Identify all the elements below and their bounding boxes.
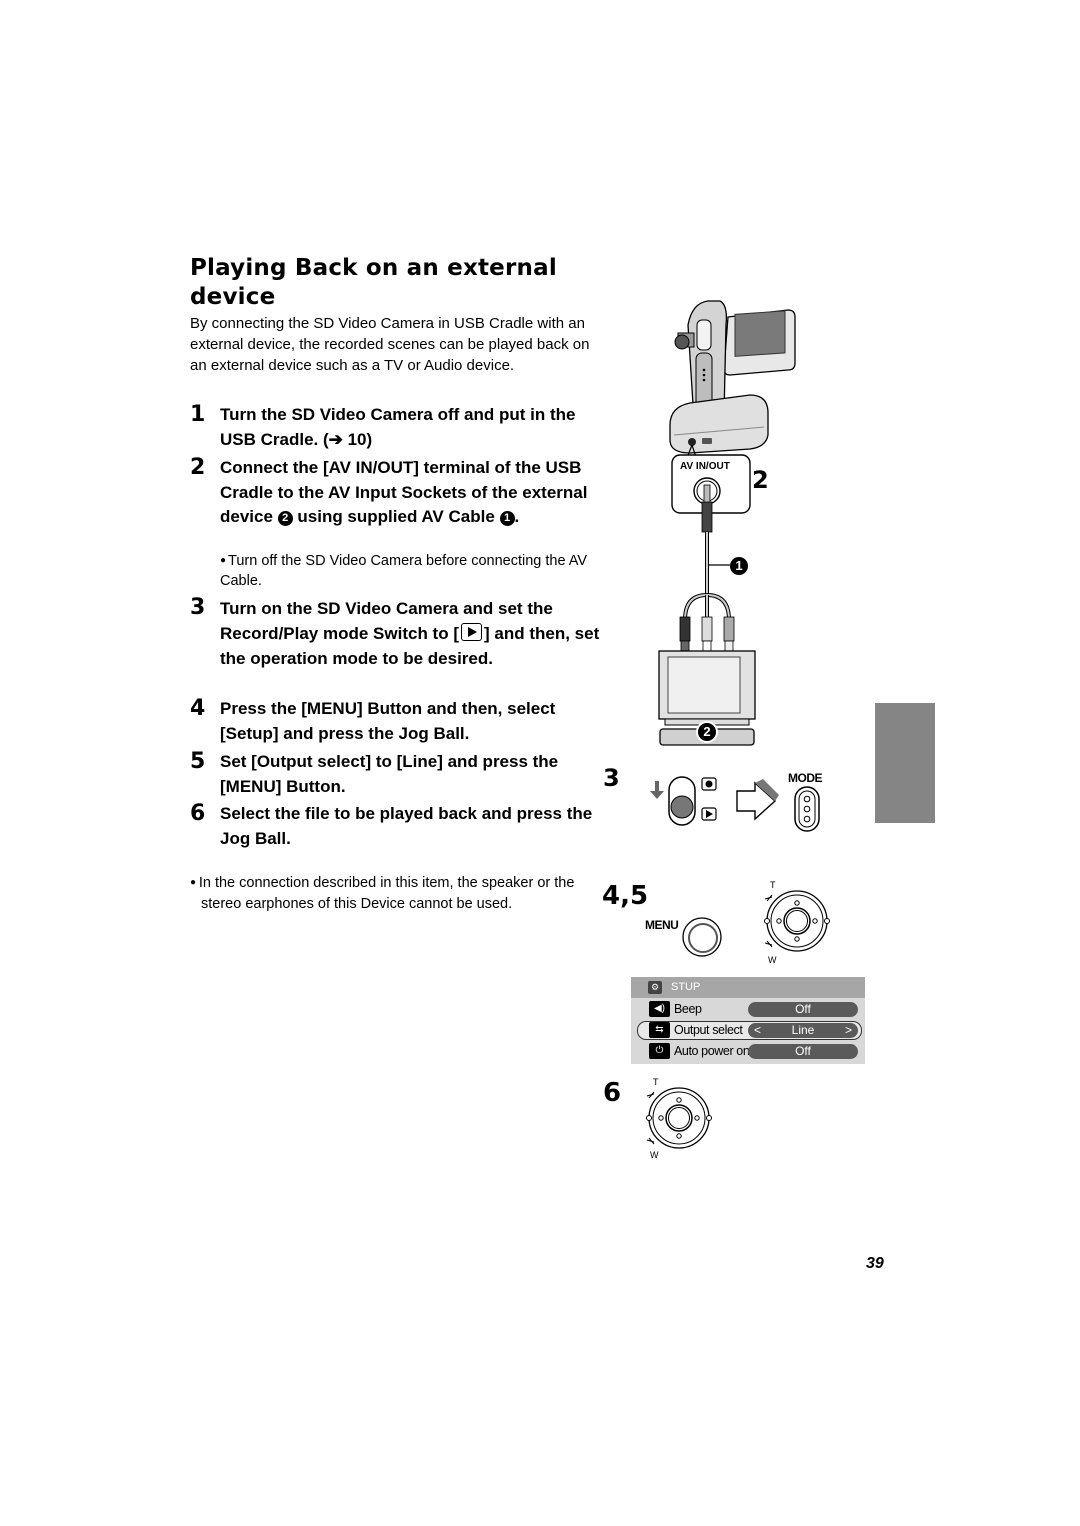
menu-header-title: STUP [671,981,701,993]
output-select-icon: ⇆ [649,1022,670,1038]
power-icon: ⏻ [649,1043,670,1059]
cable-marker-1: 1 [730,557,748,575]
intro-paragraph: By connecting the SD Video Camera in USB… [190,315,590,374]
page-title: Playing Back on an external device [190,255,557,310]
marker-2-icon: 2 [277,511,293,526]
step-text: Turn the SD Video Camera off and put in … [220,405,576,449]
jog-w-label: W [768,955,777,965]
jog-t-label: T [770,880,776,890]
figure-label-3: 3 [603,764,620,792]
right-arrow-icon[interactable]: > [845,1023,852,1038]
camera-illustration [669,300,796,454]
step-text: Set [Output select] to [Line] and press … [220,752,559,796]
connection-illustration [658,300,796,746]
menu-header: ⚙ STUP [631,977,865,998]
step-4: 4 Press the [MENU] Button and then, sele… [190,697,600,746]
tv-marker-2: 2 [696,721,718,743]
step-2: 2 Connect the [AV IN/OUT] terminal of th… [190,456,600,530]
setup-icon: ⚙ [648,981,662,994]
step-number: 3 [190,595,206,620]
bullet-icon: ● [190,877,199,888]
figure-label-6: 6 [603,1078,622,1108]
rca-plugs [679,616,735,652]
step-number: 4 [190,696,206,721]
beep-icon: ◀) [649,1001,670,1017]
mode-label: MODE [788,771,823,785]
step-text: Turn on the SD Video Camera and set the … [220,599,600,668]
bullet-icon: ● [220,555,227,566]
setup-menu-screen: ⚙ STUP ◀) Beep Off ⇆ Output select < Lin… [631,977,865,1064]
figure-label-2: 2 [752,466,769,494]
step-5: 5 Set [Output select] to [Line] and pres… [190,750,600,799]
menu-row-auto-power-on[interactable]: ⏻ Auto power on Off [638,1043,861,1060]
step-number: 5 [190,749,206,774]
jog-ball-illustration-4-5 [764,890,830,952]
bottom-note: ● In the connection described in this it… [190,875,575,912]
step-number: 1 [190,402,206,427]
play-mode-icon [461,623,482,641]
step-number: 2 [190,455,206,480]
menu-value: < Line > [748,1023,858,1038]
left-arrow-icon[interactable]: < [754,1023,761,1038]
step-text: Press the [MENU] Button and then, select… [220,699,556,743]
menu-row-beep[interactable]: ◀) Beep Off [638,1001,861,1018]
menu-value: Off [748,1044,858,1059]
page-number: 39 [866,1255,884,1272]
step-number: 6 [190,801,206,826]
jog-w-label: W [650,1150,659,1160]
menu-button-label: MENU [645,918,679,932]
av-terminal-label: AV IN/OUT [680,461,730,472]
figure-label-4-5: 4,5 [602,881,649,911]
marker-1-icon: 1 [499,511,515,526]
step-text: Select the file to be played back and pr… [220,804,593,848]
down-arrow-icon [650,781,664,799]
step-3: 3 Turn on the SD Video Camera and set th… [190,596,600,671]
step-text: Connect the [AV IN/OUT] terminal of the … [220,458,588,526]
jog-ball-illustration-6 [646,1087,712,1149]
menu-row-output-select[interactable]: ⇆ Output select < Line > [637,1021,862,1040]
step-6: 6 Select the file to be played back and … [190,802,600,851]
section-tab [875,703,935,823]
menu-button-illustration [682,917,722,957]
step-1: 1 Turn the SD Video Camera off and put i… [190,403,600,452]
menu-value: Off [748,1002,858,1017]
jog-t-label: T [653,1077,659,1087]
step-2-note: ● Turn off the SD Video Camera before con… [220,553,588,589]
